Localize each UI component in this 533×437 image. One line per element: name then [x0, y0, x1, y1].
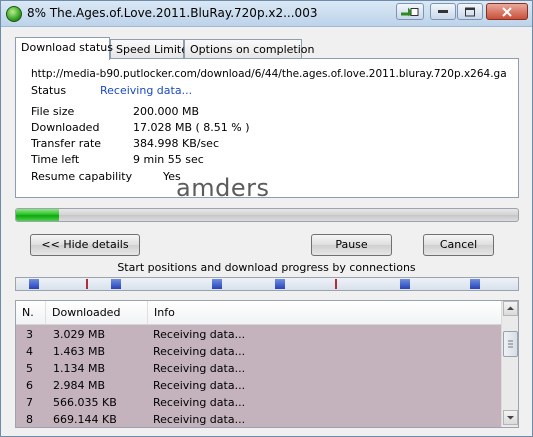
row-info: Receiving data...: [153, 362, 246, 375]
list-scrollbar[interactable]: [501, 301, 518, 427]
connections-caption: Start positions and download progress by…: [117, 261, 416, 274]
minimize-to-tray-button[interactable]: [396, 3, 424, 20]
table-row[interactable]: 5 1.134 MB Receiving data...: [16, 360, 502, 377]
status-label: Status: [31, 84, 67, 97]
row-downloaded: 3.029 MB: [53, 328, 106, 341]
connection-block: [29, 279, 39, 289]
row-number: 7: [26, 396, 33, 409]
hide-details-button[interactable]: << Hide details: [30, 234, 140, 256]
table-row[interactable]: 8 669.144 KB Receiving data...: [16, 411, 502, 427]
close-button[interactable]: [486, 3, 528, 20]
download-url: http://media-b90.putlocker.com/download/…: [31, 68, 507, 80]
downloaded-label: Downloaded: [31, 121, 100, 134]
time-left-value: 9 min 55 sec: [133, 153, 204, 166]
transfer-rate-value: 384.998 KB/sec: [133, 137, 219, 150]
maximize-icon: [465, 7, 475, 16]
tab-download-status[interactable]: Download status: [15, 37, 113, 60]
connections-list[interactable]: N. Downloaded Info 3 3.029 MB Receiving …: [15, 300, 519, 428]
status-value: Receiving data...: [100, 84, 193, 97]
table-row[interactable]: 6 2.984 MB Receiving data...: [16, 377, 502, 394]
table-row[interactable]: 4 1.463 MB Receiving data...: [16, 343, 502, 360]
connection-start-marker: [335, 279, 337, 289]
table-row[interactable]: 3 3.029 MB Receiving data...: [16, 326, 502, 343]
download-window: 8% The.Ages.of.Love.2011.BluRay.720p.x2.…: [0, 0, 533, 437]
tab-speed-limiter[interactable]: Speed Limiter: [110, 39, 193, 59]
downloaded-value: 17.028 MB ( 8.51 % ): [133, 121, 250, 134]
row-number: 4: [26, 345, 33, 358]
connection-block: [212, 279, 222, 289]
table-row[interactable]: 7 566.035 KB Receiving data...: [16, 394, 502, 411]
file-size-label: File size: [31, 105, 75, 118]
connection-block: [275, 279, 285, 289]
transfer-rate-label: Transfer rate: [31, 137, 102, 150]
close-icon: [502, 6, 512, 17]
row-number: 3: [26, 328, 33, 341]
resume-capability-label: Resume capability: [31, 170, 133, 183]
column-header-number[interactable]: N.: [16, 301, 46, 325]
row-info: Receiving data...: [153, 396, 246, 409]
download-progress-fill: [16, 209, 59, 221]
scroll-down-button[interactable]: [503, 410, 518, 425]
row-downloaded: 1.134 MB: [53, 362, 106, 375]
row-number: 6: [26, 379, 33, 392]
watermark-text: amders: [176, 174, 270, 202]
row-downloaded: 669.144 KB: [53, 413, 117, 426]
title-bar[interactable]: 8% The.Ages.of.Love.2011.BluRay.720p.x2.…: [1, 1, 532, 27]
chevron-up-icon: [507, 306, 514, 310]
scroll-up-button[interactable]: [503, 301, 518, 316]
tab-options-on-completion[interactable]: Options on completion: [184, 39, 315, 59]
download-progress-bar: [15, 208, 519, 222]
tray-arrow-icon: [401, 7, 419, 16]
row-downloaded: 566.035 KB: [53, 396, 117, 409]
connection-block: [400, 279, 410, 289]
chevron-down-icon: [507, 416, 514, 420]
cancel-button[interactable]: Cancel: [423, 234, 494, 256]
row-number: 8: [26, 413, 33, 426]
row-info: Receiving data...: [153, 379, 246, 392]
pause-button[interactable]: Pause: [311, 234, 392, 256]
row-info: Receiving data...: [153, 345, 246, 358]
connection-block: [470, 279, 480, 289]
connection-block: [111, 279, 121, 289]
column-header-downloaded[interactable]: Downloaded: [46, 301, 148, 325]
row-downloaded: 2.984 MB: [53, 379, 106, 392]
list-header: N. Downloaded Info: [16, 301, 502, 325]
maximize-button[interactable]: [457, 3, 483, 20]
grip-icon: [508, 340, 513, 348]
row-downloaded: 1.463 MB: [53, 345, 106, 358]
window-title: 8% The.Ages.of.Love.2011.BluRay.720p.x2.…: [27, 6, 318, 20]
row-info: Receiving data...: [153, 413, 246, 426]
row-info: Receiving data...: [153, 328, 246, 341]
minimize-icon: [438, 9, 448, 13]
connection-start-marker: [86, 279, 88, 289]
column-header-info[interactable]: Info: [148, 301, 502, 325]
idm-globe-icon: [6, 6, 22, 22]
file-size-value: 200.000 MB: [133, 105, 200, 118]
minimize-button[interactable]: [430, 3, 456, 20]
scroll-thumb[interactable]: [503, 331, 518, 357]
row-number: 5: [26, 362, 33, 375]
time-left-label: Time left: [31, 153, 80, 166]
connections-progress-bar: [15, 277, 519, 291]
